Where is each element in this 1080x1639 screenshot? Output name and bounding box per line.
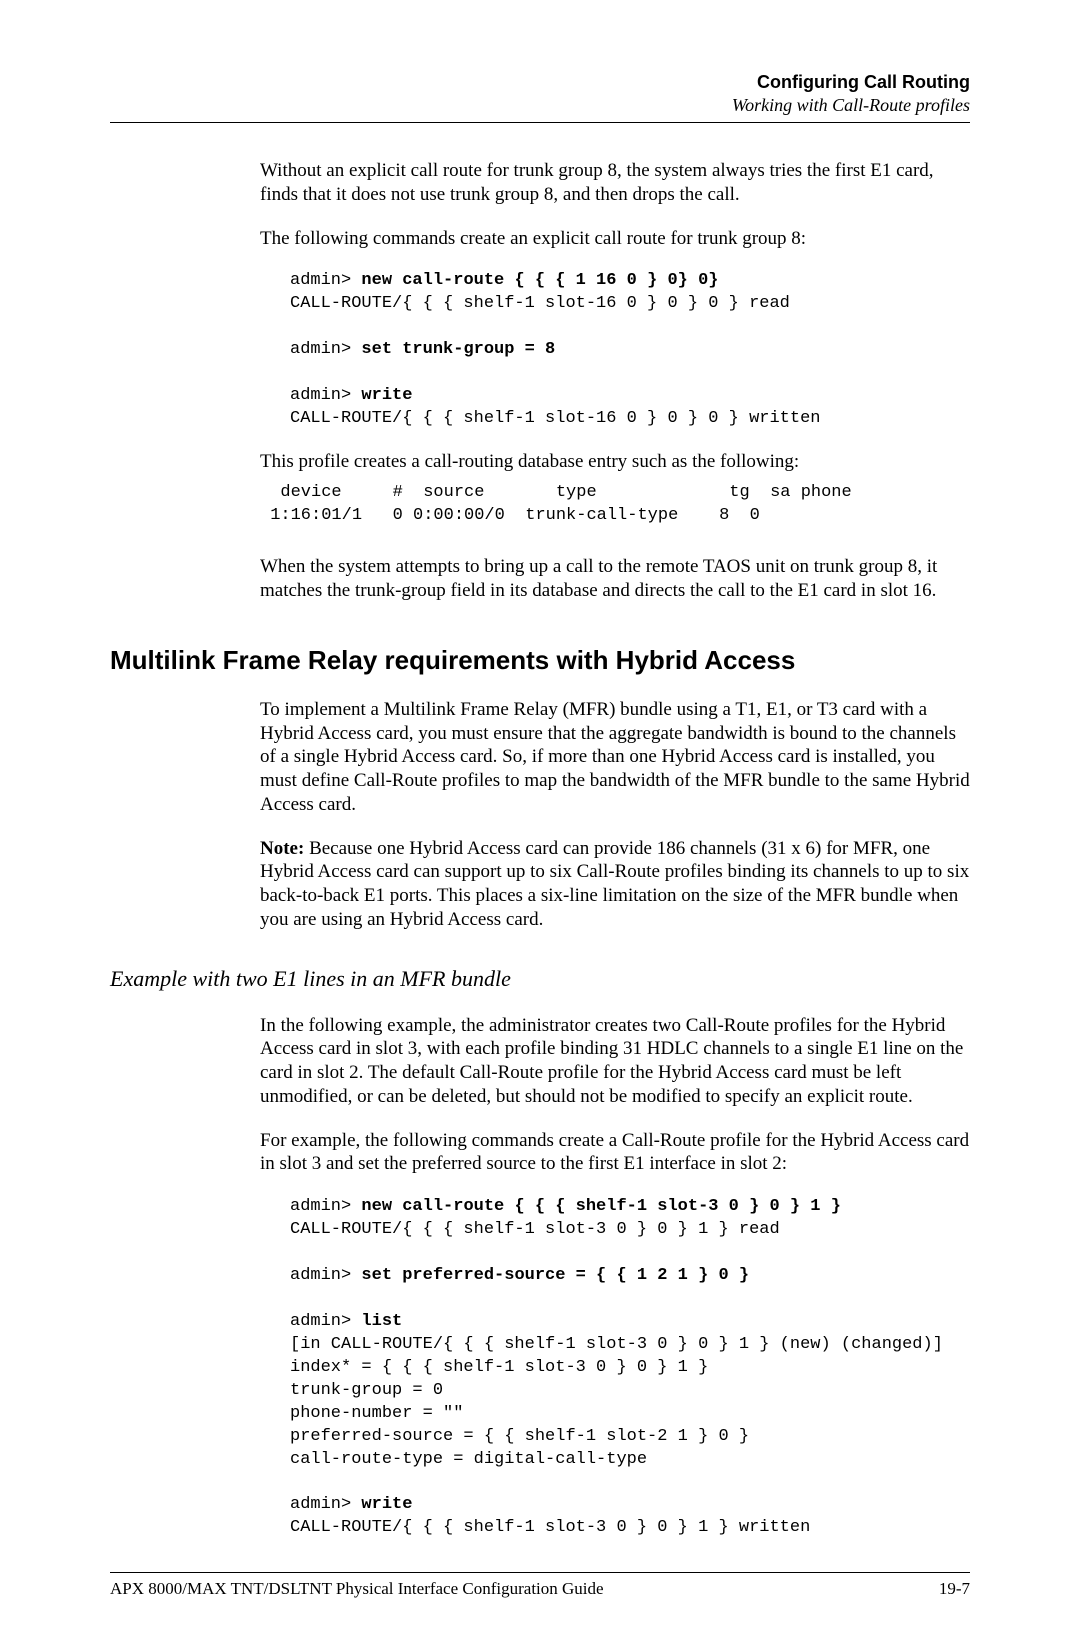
prompt: admin> [290,1266,361,1285]
paragraph: For example, the following commands crea… [260,1129,970,1177]
code-block: admin> new call-route { { { shelf-1 slot… [290,1196,970,1540]
command: list [361,1312,402,1331]
output: phone-number = "" [290,1404,463,1423]
page: Configuring Call Routing Working with Ca… [0,0,1080,1639]
subsection-heading: Example with two E1 lines in an MFR bund… [110,966,970,992]
note-body: Because one Hybrid Access card can provi… [260,838,969,930]
prompt: admin> [290,1495,361,1514]
prompt: admin> [290,386,361,405]
paragraph: This profile creates a call-routing data… [260,450,970,474]
section-title: Working with Call-Route profiles [110,95,970,116]
command: write [361,386,412,405]
note-label: Note: [260,838,304,859]
paragraph: When the system attempts to bring up a c… [260,555,970,603]
output: call-route-type = digital-call-type [290,1450,647,1469]
header-rule [110,122,970,123]
command: set trunk-group = 8 [361,340,555,359]
output: [in CALL-ROUTE/{ { { shelf-1 slot-3 0 } … [290,1335,943,1354]
prompt: admin> [290,340,361,359]
running-head: Configuring Call Routing Working with Ca… [110,72,970,116]
paragraph: In the following example, the administra… [260,1014,970,1109]
section-heading: Multilink Frame Relay requirements with … [110,645,970,676]
output: CALL-ROUTE/{ { { shelf-1 slot-16 0 } 0 }… [290,294,790,313]
code-block: admin> new call-route { { { 1 16 0 } 0} … [290,270,970,431]
table-header: device # source type tg sa phone [260,483,852,502]
prompt: admin> [290,1312,361,1331]
output: CALL-ROUTE/{ { { shelf-1 slot-3 0 } 0 } … [290,1518,810,1537]
output: index* = { { { shelf-1 slot-3 0 } 0 } 1 … [290,1358,708,1377]
command: new call-route { { { shelf-1 slot-3 0 } … [361,1197,840,1216]
paragraph: The following commands create an explici… [260,227,970,251]
command: write [361,1495,412,1514]
output: preferred-source = { { shelf-1 slot-2 1 … [290,1427,749,1446]
page-number: 19-7 [939,1579,970,1599]
paragraph: To implement a Multilink Frame Relay (MF… [260,698,970,817]
footer-guide-title: APX 8000/MAX TNT/DSLTNT Physical Interfa… [110,1579,604,1599]
prompt: admin> [290,271,361,290]
paragraph: Without an explicit call route for trunk… [260,159,970,207]
routing-table: device # source type tg sa phone 1:16:01… [260,482,970,528]
command: set preferred-source = { { 1 2 1 } 0 } [361,1266,749,1285]
note-paragraph: Note: Because one Hybrid Access card can… [260,837,970,932]
footer-rule [110,1572,970,1573]
table-row: 1:16:01/1 0 0:00:00/0 trunk-call-type 8 … [260,506,760,525]
chapter-title: Configuring Call Routing [110,72,970,93]
output: CALL-ROUTE/{ { { shelf-1 slot-3 0 } 0 } … [290,1220,780,1239]
page-footer: APX 8000/MAX TNT/DSLTNT Physical Interfa… [110,1579,970,1599]
output: CALL-ROUTE/{ { { shelf-1 slot-16 0 } 0 }… [290,409,821,428]
command: new call-route { { { 1 16 0 } 0} 0} [361,271,718,290]
prompt: admin> [290,1197,361,1216]
